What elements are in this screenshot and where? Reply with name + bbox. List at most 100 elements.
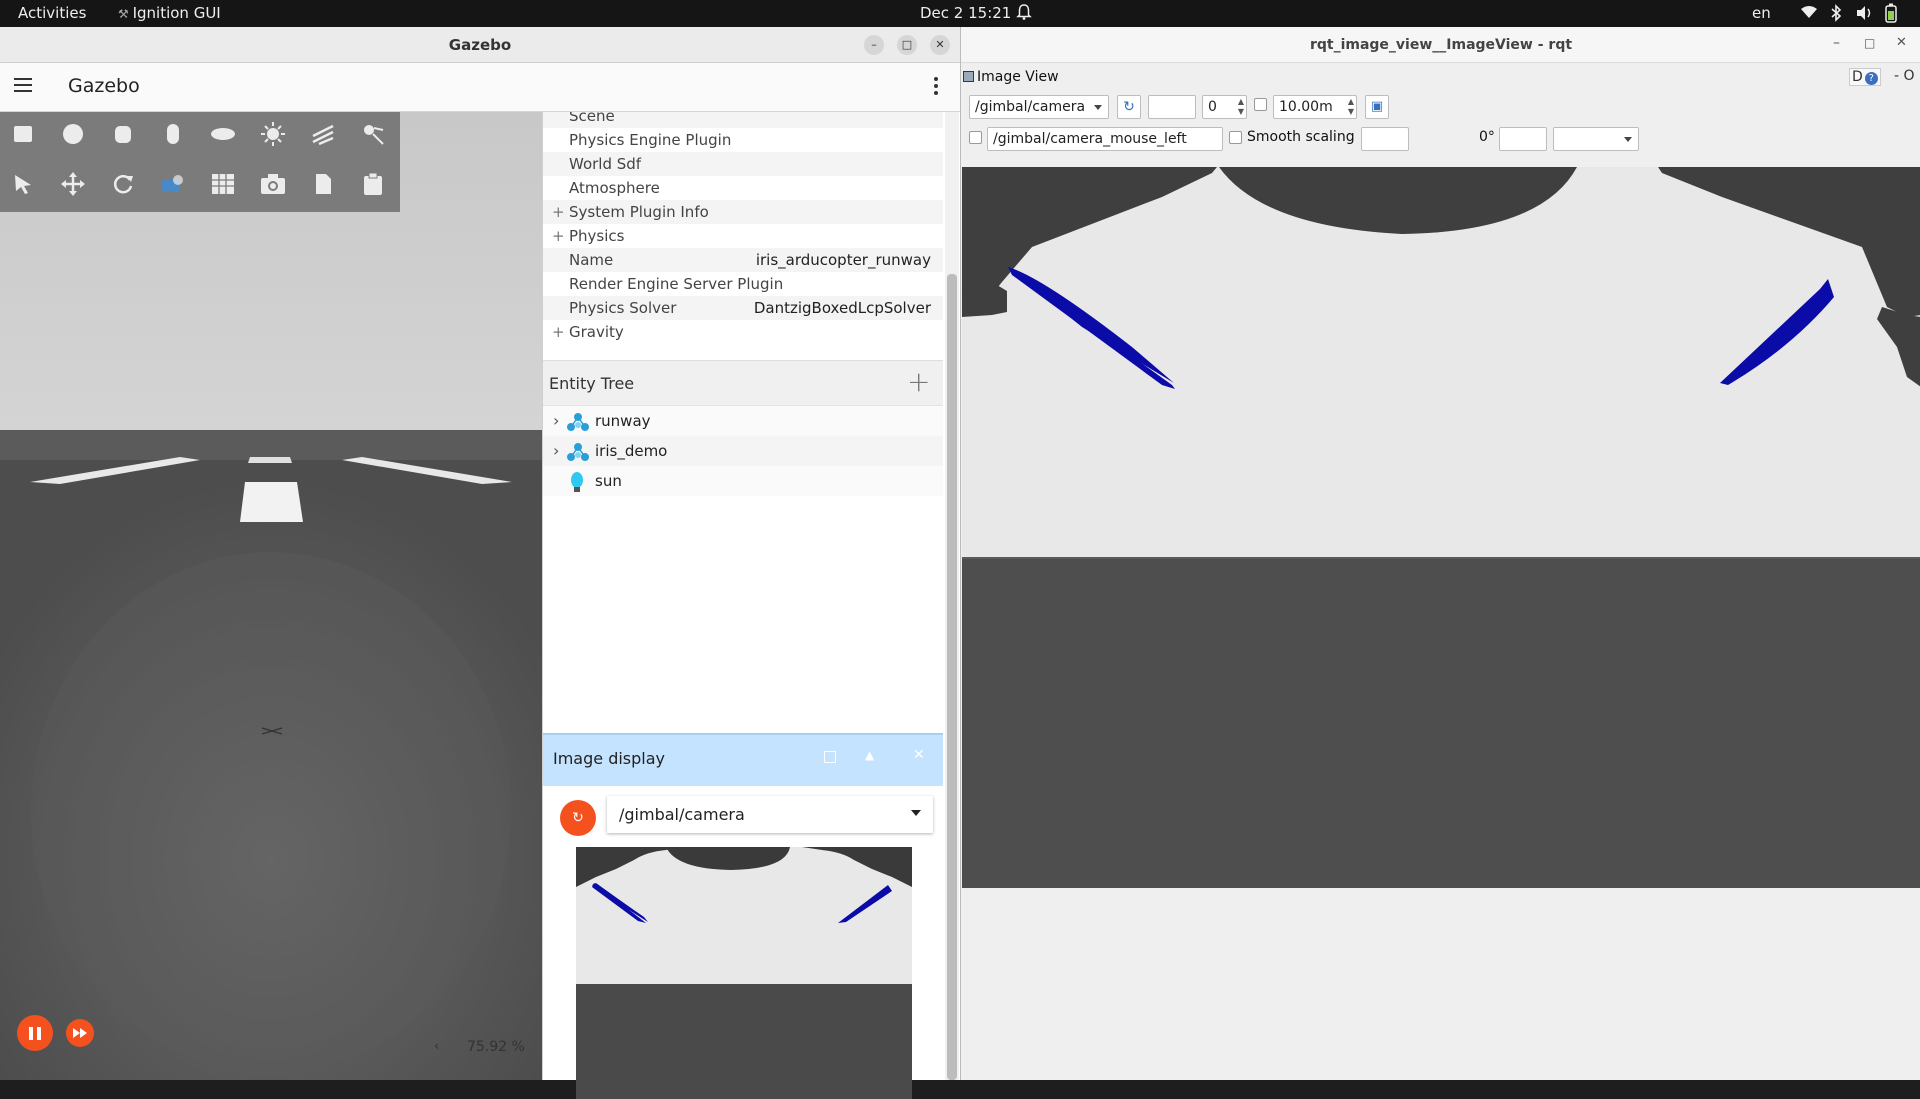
camera-image-view[interactable] [962,167,1920,888]
component-row: Render Engine Server Plugin [543,272,943,296]
entity-row-iris_demo[interactable]: › iris_demo [543,436,943,466]
gazebo-window: Gazebo – □ ✕ Gazebo ‹ 75.92 % Scene Phys… [0,27,960,1099]
spin-arrows-icon: ▲ ▼ [1237,97,1244,116]
dynamic-range-spin[interactable]: 0 ▲ ▼ [1202,95,1247,119]
model-icon [567,412,589,432]
sun-light-icon[interactable] [255,116,291,152]
save-image-icon[interactable]: ▣ [1365,95,1389,119]
copy-icon[interactable] [305,166,341,202]
stats-collapse-chevron-icon[interactable]: ‹ [434,1039,439,1054]
image-display-view [576,847,912,1099]
component-label: World Sdf [569,155,642,173]
volume-icon[interactable] [1856,5,1874,25]
directional-light-icon[interactable] [305,116,341,152]
expand-plus-icon[interactable]: + [552,224,565,248]
entity-row-sun[interactable]: sun [543,466,943,496]
entity-tree-title: Entity Tree [549,374,635,393]
entity-name: runway [595,412,651,430]
component-label: Name [569,251,614,269]
scene-render [0,112,542,1080]
bluetooth-icon[interactable] [1830,4,1842,26]
gazebo-window-title: Gazebo [448,36,512,54]
rqt-close-button[interactable]: ✕ [1896,35,1907,50]
topic-dropdown[interactable]: /gimbal/camera [607,796,933,833]
gazebo-titlebar[interactable]: Gazebo – □ ✕ [0,27,960,63]
select-arrow-icon[interactable] [5,166,41,202]
spot-light-icon[interactable] [355,116,391,152]
rotation-field[interactable] [1499,127,1547,151]
capsule-shape-icon[interactable] [155,116,191,152]
dynamic-range-checkbox[interactable] [1254,98,1267,111]
image-display-header: Image display ▲ ✕ [543,733,943,786]
component-row: Atmosphere [543,176,943,200]
color-scheme-combo[interactable] [1553,127,1639,151]
3d-scene-view[interactable]: ‹ 75.92 % [0,112,542,1080]
topic-combo[interactable]: /gimbal/camera [969,95,1109,119]
expand-plus-icon[interactable]: + [552,200,565,224]
box-shape-icon[interactable] [5,116,41,152]
rqt-minimize-button[interactable]: – [1833,35,1840,51]
expand-plus-icon[interactable]: + [552,320,565,344]
side-panel-scrollbar[interactable] [945,112,959,1080]
plugin-close-label[interactable]: - O [1894,68,1915,84]
minimize-button[interactable]: – [864,35,884,55]
combo-arrow-icon [1094,105,1102,110]
close-button[interactable]: ✕ [930,35,950,55]
maximize-button[interactable]: □ [897,35,917,55]
rqt-maximize-button[interactable]: □ [1864,36,1875,50]
component-label: Render Engine Server Plugin [569,275,784,293]
panel-float-icon[interactable] [824,751,836,763]
app-name: Ignition GUI [132,4,221,22]
entity-name: sun [595,472,622,490]
plugin-corner-labels: D? [1849,68,1881,86]
screenshot-camera-icon[interactable] [255,166,291,202]
refresh-topics-button[interactable]: ↻ [560,800,596,836]
step-forward-button[interactable] [66,1019,94,1047]
component-row[interactable]: + System Plugin Info [543,200,943,224]
component-label: Scene [569,112,615,125]
topic-dropdown-value: /gimbal/camera [619,805,745,824]
panel-close-icon[interactable]: ✕ [913,747,925,763]
expand-chevron-icon[interactable]: › [553,436,559,466]
smooth-scaling-checkbox[interactable] [1229,131,1242,144]
more-options-icon[interactable] [934,77,938,95]
scaling-field[interactable] [1361,127,1409,151]
help-icon[interactable]: ? [1864,72,1878,85]
entity-row-runway[interactable]: › runway [543,406,943,436]
language-indicator[interactable]: en [1752,4,1771,22]
component-row[interactable]: + Physics [543,224,943,248]
model-icon [567,442,589,462]
paste-icon[interactable] [355,166,391,202]
publish-click-checkbox[interactable] [969,131,982,144]
grid-icon[interactable] [205,166,241,202]
battery-icon[interactable] [1884,3,1898,27]
expand-chevron-icon[interactable]: › [553,406,559,436]
ellipsoid-shape-icon[interactable] [205,116,241,152]
refresh-topics-icon[interactable]: ↻ [1117,95,1141,119]
component-inspector: Scene Physics Engine Plugin World Sdf Atmos… [543,112,943,360]
rotate-icon[interactable] [105,166,141,202]
panel-collapse-icon[interactable]: ▲ [865,748,874,762]
clock[interactable]: Dec 2 15:21 [920,4,1011,22]
zoom-field[interactable] [1148,95,1196,119]
hamburger-menu-icon[interactable] [14,78,32,92]
app-menu[interactable]: ⚒ Ignition GUI [118,4,221,22]
pause-button[interactable] [17,1015,53,1051]
translate-icon[interactable] [55,166,91,202]
component-label: Physics [569,227,625,245]
component-row[interactable]: + Gravity [543,320,943,344]
add-entity-icon[interactable]: + [907,365,930,398]
rqt-titlebar[interactable]: rqt_image_view__ImageView - rqt – □ ✕ [961,27,1920,63]
dock-label[interactable]: D [1852,69,1863,85]
real-time-factor: 75.92 % [467,1039,525,1055]
scrollbar-thumb[interactable] [947,274,957,1080]
activities-button[interactable]: Activities [18,4,86,22]
wifi-icon[interactable] [1800,5,1818,23]
cylinder-shape-icon[interactable] [105,116,141,152]
mouse-topic-input[interactable]: /gimbal/camera_mouse_left [987,127,1223,151]
sphere-shape-icon[interactable] [55,116,91,152]
view-angle-icon[interactable] [155,166,191,202]
bell-icon[interactable] [1016,3,1032,25]
component-label: Physics Engine Plugin [569,131,732,149]
max-depth-spin[interactable]: 10.00m ▲ ▼ [1273,95,1357,119]
